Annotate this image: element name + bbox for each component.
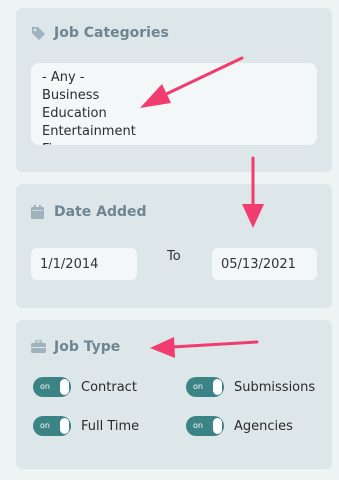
from-date-input[interactable]: 1/1/2014: [31, 248, 137, 280]
full-time-toggle[interactable]: on: [33, 416, 71, 436]
category-option[interactable]: Business: [42, 87, 307, 105]
calendar-icon: [31, 205, 47, 219]
contract-toggle[interactable]: on: [33, 377, 71, 397]
date-added-panel: Date Added 1/1/2014 To 05/13/2021: [16, 184, 332, 308]
agencies-label: Agencies: [234, 418, 293, 434]
toggle-state: on: [193, 382, 203, 391]
category-option[interactable]: - Any -: [42, 69, 307, 87]
job-categories-listbox[interactable]: - Any - Business Education Entertainment…: [31, 63, 317, 145]
job-type-title: Job Type: [54, 339, 121, 355]
date-added-title: Date Added: [54, 204, 147, 220]
submissions-toggle[interactable]: on: [186, 377, 224, 397]
job-categories-title: Job Categories: [54, 25, 169, 41]
toggle-knob: [213, 418, 222, 434]
job-type-panel: Job Type on Contract on Submissions on F…: [16, 320, 332, 469]
category-option[interactable]: Education: [42, 105, 307, 123]
job-type-header: Job Type: [31, 339, 120, 355]
toggle-knob: [213, 379, 222, 395]
full-time-label: Full Time: [81, 418, 140, 434]
toggle-state: on: [40, 382, 50, 391]
agencies-toggle[interactable]: on: [186, 416, 224, 436]
submissions-label: Submissions: [234, 379, 316, 395]
job-categories-panel: Job Categories - Any - Business Educatio…: [16, 8, 332, 172]
toggle-state: on: [193, 421, 203, 430]
contract-label: Contract: [81, 379, 137, 395]
full-time-option[interactable]: on Full Time: [33, 416, 139, 436]
job-categories-header: Job Categories: [31, 25, 169, 41]
date-added-header: Date Added: [31, 204, 147, 220]
category-option[interactable]: Fi: [42, 141, 307, 145]
to-label: To: [167, 249, 181, 264]
to-date-value: 05/13/2021: [221, 256, 296, 272]
toggle-state: on: [40, 421, 50, 430]
to-date-input[interactable]: 05/13/2021: [212, 248, 317, 280]
from-date-value: 1/1/2014: [40, 256, 99, 272]
tag-icon: [31, 26, 47, 40]
submissions-option[interactable]: on Submissions: [186, 377, 315, 397]
contract-option[interactable]: on Contract: [33, 377, 137, 397]
category-option[interactable]: Entertainment: [42, 123, 307, 141]
briefcase-icon: [31, 340, 47, 354]
toggle-knob: [60, 379, 69, 395]
agencies-option[interactable]: on Agencies: [186, 416, 293, 436]
toggle-knob: [60, 418, 69, 434]
